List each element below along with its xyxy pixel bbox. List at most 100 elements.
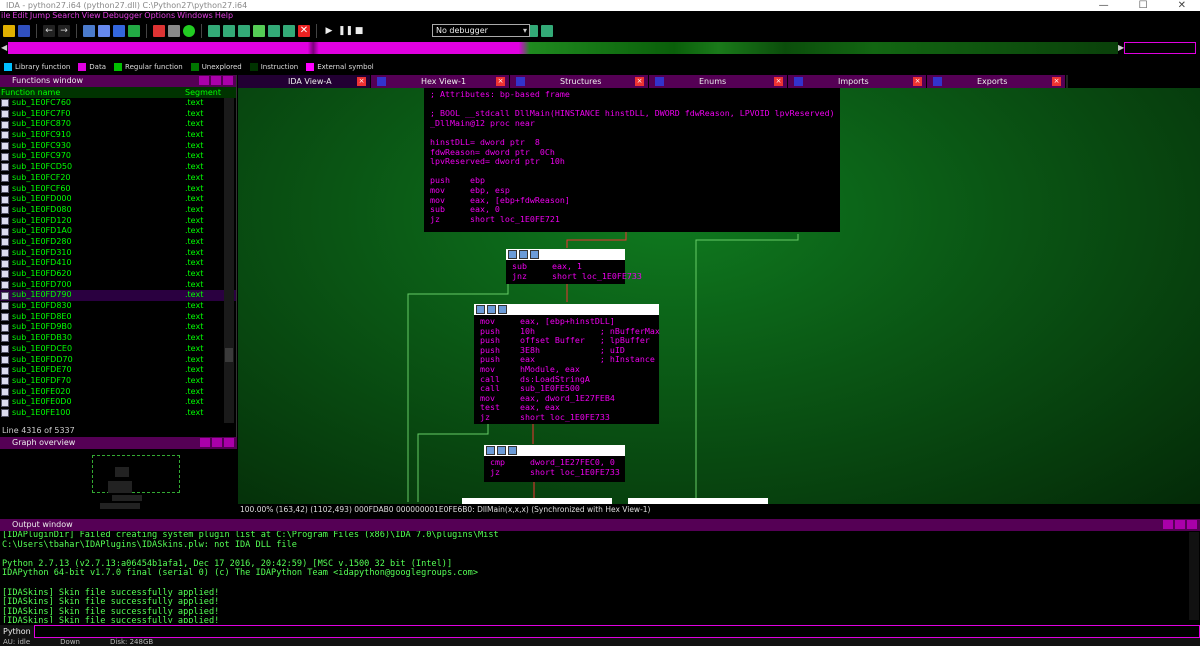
panel-close-icon[interactable] [224, 438, 234, 447]
function-row[interactable]: sub_1E0FE100 .text [0, 408, 236, 419]
panel-close-icon[interactable] [1187, 520, 1197, 529]
code-block[interactable]: sub eax, 1 jnz short loc_1E0FE733 [506, 249, 642, 284]
function-row[interactable]: sub_1E0FDE70 .text [0, 365, 236, 376]
functions-scrollbar[interactable] [224, 98, 234, 423]
debugger-select[interactable]: No debugger [432, 24, 530, 37]
settings-icon[interactable] [168, 24, 180, 37]
code-icon[interactable] [223, 24, 235, 37]
menu-debugger[interactable]: Debugger [102, 11, 144, 21]
menu-help[interactable]: Help [214, 11, 234, 21]
graph-view[interactable]: ; Attributes: bp-based frame; BOOL __std… [238, 88, 1200, 509]
python-language-button[interactable]: Python [0, 624, 34, 638]
tab-exports[interactable]: Exports × [927, 75, 1066, 88]
search-next-icon[interactable] [113, 24, 125, 37]
menu-jump[interactable]: Jump [29, 11, 51, 21]
function-row[interactable]: sub_1E0FC910 .text [0, 130, 236, 141]
tab-close-icon[interactable]: × [1052, 77, 1061, 86]
output-scrollbar[interactable] [1189, 532, 1199, 620]
delete-icon[interactable]: ✕ [298, 24, 310, 37]
panel-float-icon[interactable] [1163, 520, 1173, 529]
back-arrow-icon[interactable]: ← [43, 24, 55, 37]
menu-options[interactable]: Options [143, 11, 176, 21]
function-icon[interactable] [208, 24, 220, 37]
data-icon[interactable] [238, 24, 250, 37]
navigation-select[interactable] [1124, 42, 1196, 54]
panel-close-icon[interactable] [223, 76, 233, 85]
tab-close-icon[interactable]: × [635, 77, 644, 86]
navigation-band-bar[interactable] [8, 42, 1118, 54]
function-row[interactable]: sub_1E0FD120 .text [0, 216, 236, 227]
code-block[interactable]: cmp dword_1E27FEC0, 0 jz short loc_1E0FE7… [484, 445, 625, 482]
panel-float-icon[interactable] [200, 438, 210, 447]
function-row[interactable]: sub_1E0FD080 .text [0, 205, 236, 216]
function-row[interactable]: sub_1E0FCF60 .text [0, 184, 236, 195]
function-row[interactable]: sub_1E0FC7F0 .text [0, 109, 236, 120]
binary-search-icon[interactable] [83, 24, 95, 37]
column-function-name[interactable]: Function name [0, 87, 185, 98]
panel-maximize-icon[interactable] [212, 438, 222, 447]
function-row[interactable]: sub_1E0FDF70 .text [0, 376, 236, 387]
panel-float-icon[interactable] [199, 76, 209, 85]
function-row[interactable]: sub_1E0FD620 .text [0, 269, 236, 280]
pause-icon[interactable]: ❚❚ [338, 25, 353, 37]
code-block[interactable]: mov eax, [ebp+hinstDLL] push 10h ; nBuffe… [474, 304, 660, 424]
function-row[interactable]: sub_1E0FD790 .text [0, 290, 236, 302]
tab-close-icon[interactable]: × [357, 77, 366, 86]
tab-ida-view-a[interactable]: IDA View-A × [238, 75, 371, 88]
checkmark-icon[interactable] [253, 24, 265, 37]
function-row[interactable]: sub_1E0FD410 .text [0, 258, 236, 269]
menu-search[interactable]: Search [51, 11, 80, 21]
python-command-input[interactable] [34, 624, 1200, 638]
function-row[interactable]: sub_1E0FC870 .text [0, 119, 236, 130]
menu-view[interactable]: View [81, 11, 102, 21]
menu-windows[interactable]: Windows [176, 11, 214, 21]
function-row[interactable]: sub_1E0FC760 .text [0, 98, 236, 109]
green-circle-icon[interactable] [183, 24, 195, 37]
find-icon[interactable] [128, 24, 140, 37]
panel-maximize-icon[interactable] [211, 76, 221, 85]
function-row[interactable]: sub_1E0FCF20 .text [0, 173, 236, 184]
close-button[interactable]: ✕ [1178, 0, 1186, 11]
list-icon[interactable] [268, 24, 280, 37]
play-icon[interactable]: ▶ [323, 25, 335, 37]
function-row[interactable]: sub_1E0FD830 .text [0, 301, 236, 312]
scrollbar-thumb[interactable] [225, 348, 233, 362]
function-row[interactable]: sub_1E0FDCE0 .text [0, 344, 236, 355]
menu-edit[interactable]: Edit [11, 11, 29, 21]
breakpoint-icon[interactable] [541, 24, 553, 37]
tab-enums[interactable]: Enums × [649, 75, 788, 88]
minimize-button[interactable]: — [1099, 0, 1109, 11]
function-row[interactable]: sub_1E0FD280 .text [0, 237, 236, 248]
tab-close-icon[interactable]: × [774, 77, 783, 86]
function-row[interactable]: sub_1E0FD310 .text [0, 248, 236, 259]
menu-file[interactable]: ile [0, 11, 11, 21]
code-block-entry[interactable]: ; Attributes: bp-based frame; BOOL __std… [424, 88, 840, 232]
open-folder-icon[interactable] [3, 24, 15, 37]
function-row[interactable]: sub_1E0FD8E0 .text [0, 312, 236, 323]
tab-close-icon[interactable]: × [913, 77, 922, 86]
nav-left-icon[interactable]: ◀ [1, 43, 7, 53]
function-row[interactable]: sub_1E0FDB30 .text [0, 333, 236, 344]
function-row[interactable]: sub_1E0FE020 .text [0, 387, 236, 398]
tab-imports[interactable]: Imports × [788, 75, 927, 88]
function-row[interactable]: sub_1E0FD1A0 .text [0, 226, 236, 237]
overview-viewport[interactable] [92, 455, 180, 493]
stop-icon[interactable]: ■ [353, 25, 365, 37]
struct-icon[interactable] [283, 24, 295, 37]
column-segment[interactable]: Segment [185, 87, 221, 98]
function-row[interactable]: sub_1E0FD9B0 .text [0, 322, 236, 333]
function-row[interactable]: sub_1E0FDD70 .text [0, 355, 236, 366]
function-row[interactable]: sub_1E0FD000 .text [0, 194, 236, 205]
panel-maximize-icon[interactable] [1175, 520, 1185, 529]
tab-hex-view[interactable]: Hex View-1 × [371, 75, 510, 88]
tab-close-icon[interactable]: × [496, 77, 505, 86]
function-row[interactable]: sub_1E0FCD50 .text [0, 162, 236, 173]
output-log[interactable]: [IDAPluginDir] Failed creating system pl… [0, 531, 1200, 623]
function-row[interactable]: sub_1E0FC930 .text [0, 141, 236, 152]
function-row[interactable]: sub_1E0FD700 .text [0, 280, 236, 291]
maximize-button[interactable]: ☐ [1139, 0, 1148, 11]
forward-arrow-icon[interactable]: → [58, 24, 70, 37]
function-row[interactable]: sub_1E0FC970 .text [0, 151, 236, 162]
text-search-icon[interactable] [98, 24, 110, 37]
save-icon[interactable] [18, 24, 30, 37]
